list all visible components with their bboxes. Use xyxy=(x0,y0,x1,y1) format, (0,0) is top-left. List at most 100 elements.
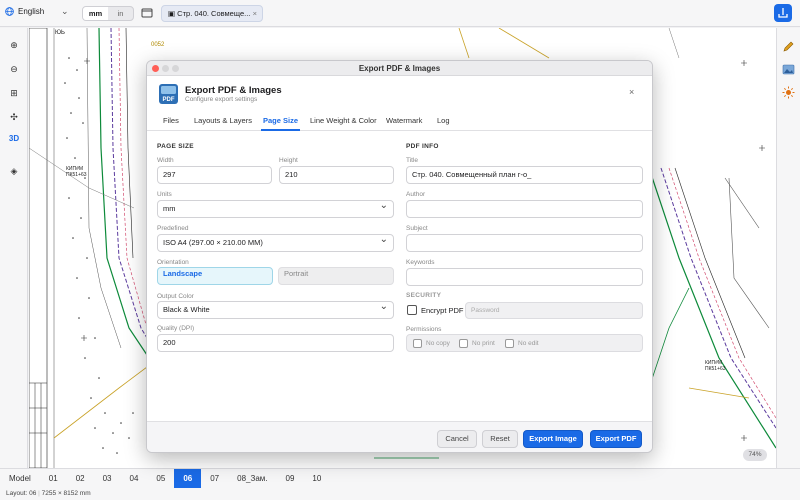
svg-text:PDF: PDF xyxy=(163,97,175,103)
globe-icon xyxy=(5,7,14,16)
dialog-footer: Cancel Reset Export Image Export PDF xyxy=(147,421,652,452)
no-copy-label: No copy xyxy=(426,340,450,347)
keywords-label: Keywords xyxy=(406,259,435,266)
3d-view-button[interactable]: 3D xyxy=(6,132,22,146)
close-icon[interactable]: × xyxy=(253,6,257,21)
folder-icon[interactable] xyxy=(141,7,153,18)
tab-layouts-layers[interactable]: Layouts & Layers xyxy=(194,111,252,131)
orientation-label: Orientation xyxy=(157,259,189,266)
units-label: Units xyxy=(157,191,172,198)
language-label: English xyxy=(18,7,45,16)
author-field[interactable] xyxy=(406,200,643,218)
document-tab-label: Стр. 040. Совмеще... xyxy=(177,9,251,18)
unit-in-button[interactable]: in xyxy=(108,7,133,20)
width-label: Width xyxy=(157,157,174,164)
orientation-portrait-button[interactable]: Portrait xyxy=(278,267,394,285)
reset-button[interactable]: Reset xyxy=(482,430,518,448)
pencil-icon[interactable] xyxy=(782,40,795,53)
right-toolbar xyxy=(776,28,800,468)
orientation-landscape-button[interactable]: Landscape xyxy=(157,267,273,285)
zoom-out-icon[interactable]: ⊖ xyxy=(6,62,22,76)
status-bar: Layout: 06 | 7255 × 8152 mm xyxy=(0,488,800,500)
layout-tab[interactable]: 04 xyxy=(121,469,148,489)
zoom-badge[interactable]: 74% xyxy=(743,449,767,461)
layout-tab[interactable]: 05 xyxy=(147,469,174,489)
output-color-select[interactable]: Black & White xyxy=(157,301,394,319)
cancel-button[interactable]: Cancel xyxy=(437,430,477,448)
tab-page-size[interactable]: Page Size xyxy=(261,111,301,131)
permissions-group: No copy No print No edit xyxy=(406,334,643,352)
canvas-label: ПК51+63 xyxy=(66,172,87,178)
layout-tab[interactable]: 09 xyxy=(277,469,304,489)
status-size: 7255 × 8152 mm xyxy=(41,490,91,497)
height-label: Height xyxy=(279,157,298,164)
layers-icon[interactable]: ◈ xyxy=(6,164,22,178)
subject-label: Subject xyxy=(406,225,428,232)
tab-files[interactable]: Files xyxy=(163,111,179,131)
fit-icon[interactable]: ⊞ xyxy=(6,86,22,100)
tab-line-weight-color[interactable]: Line Weight & Color xyxy=(310,111,377,131)
dialog-header: PDF Export PDF & Images Configure export… xyxy=(159,84,644,108)
canvas-label: ПК51+63 xyxy=(705,366,726,372)
layout-tab[interactable]: 02 xyxy=(67,469,94,489)
subject-field[interactable] xyxy=(406,234,643,252)
tab-watermark[interactable]: Watermark xyxy=(386,111,422,131)
export-image-button[interactable]: Export Image xyxy=(523,430,583,448)
layout-tab[interactable]: 07 xyxy=(201,469,228,489)
layout-tab-active[interactable]: 06 xyxy=(174,469,202,489)
export-pdf-button[interactable]: Export PDF xyxy=(590,430,642,448)
tab-log[interactable]: Log xyxy=(437,111,450,131)
status-layout: Layout: 06 xyxy=(6,490,37,497)
predefined-label: Predefined xyxy=(157,225,189,232)
pan-icon[interactable]: ✣ xyxy=(6,110,22,124)
canvas-label: ЮЬ xyxy=(55,30,65,36)
pdf-logo-icon: PDF xyxy=(159,84,178,104)
no-print-label: No print xyxy=(472,340,495,347)
units-select[interactable]: mm xyxy=(157,200,394,218)
document-icon: ▣ xyxy=(168,9,178,18)
layout-tab[interactable]: 03 xyxy=(94,469,121,489)
close-icon[interactable]: × xyxy=(629,87,634,97)
layout-tab[interactable]: 01 xyxy=(40,469,67,489)
no-edit-checkbox[interactable]: No edit xyxy=(505,339,539,348)
canvas-label: 0052 xyxy=(151,42,165,48)
save-icon xyxy=(778,8,788,18)
zoom-in-icon[interactable]: ⊕ xyxy=(6,38,22,52)
image-icon[interactable] xyxy=(782,63,795,76)
author-label: Author xyxy=(406,191,426,198)
no-print-checkbox[interactable]: No print xyxy=(459,339,495,348)
keywords-field[interactable] xyxy=(406,268,643,286)
encrypt-pdf-label: Encrypt PDF xyxy=(421,306,464,315)
left-toolbar: ⊕ ⊖ ⊞ ✣ 3D ◈ xyxy=(0,28,28,468)
top-toolbar: English ⌄ mm in ▣ Стр. 040. Совмеще... × xyxy=(0,0,800,27)
security-section: SECURITY xyxy=(406,292,442,299)
no-copy-checkbox[interactable]: No copy xyxy=(413,339,450,348)
dialog-subtitle: Configure export settings xyxy=(185,96,258,103)
chevron-down-icon: ⌄ xyxy=(61,6,69,16)
pdf-info-section: PDF INFO xyxy=(406,143,439,150)
permissions-label: Permissions xyxy=(406,326,442,333)
page-size-section: PAGE SIZE xyxy=(157,143,194,150)
title-field[interactable]: Стр. 040. Совмещенный план г-о_ xyxy=(406,166,643,184)
no-edit-label: No edit xyxy=(518,340,539,347)
title-label: Title xyxy=(406,157,419,164)
password-field[interactable]: Password xyxy=(465,302,643,319)
unit-toggle[interactable]: mm in xyxy=(82,6,134,21)
dialog-title: Export PDF & Images xyxy=(185,85,282,96)
height-field[interactable]: 210 xyxy=(279,166,394,184)
dialog-titlebar[interactable]: Export PDF & Images xyxy=(147,61,652,76)
layout-tab[interactable]: 08_Зам. xyxy=(228,469,276,489)
output-color-label: Output Color xyxy=(157,293,194,300)
save-button[interactable] xyxy=(774,4,792,22)
sun-icon[interactable] xyxy=(782,86,795,99)
layout-tab[interactable]: Model xyxy=(0,469,40,489)
layout-tab[interactable]: 10 xyxy=(303,469,330,489)
quality-field[interactable]: 200 xyxy=(157,334,394,352)
unit-mm-button[interactable]: mm xyxy=(83,7,108,20)
language-select[interactable]: English ⌄ xyxy=(5,6,69,16)
dialog-window-title: Export PDF & Images xyxy=(358,64,441,73)
encrypt-pdf-checkbox[interactable] xyxy=(407,305,417,315)
width-field[interactable]: 297 xyxy=(157,166,272,184)
predefined-select[interactable]: ISO A4 (297.00 × 210.00 MM) xyxy=(157,234,394,252)
document-tab[interactable]: ▣ Стр. 040. Совмеще... × xyxy=(161,5,263,22)
